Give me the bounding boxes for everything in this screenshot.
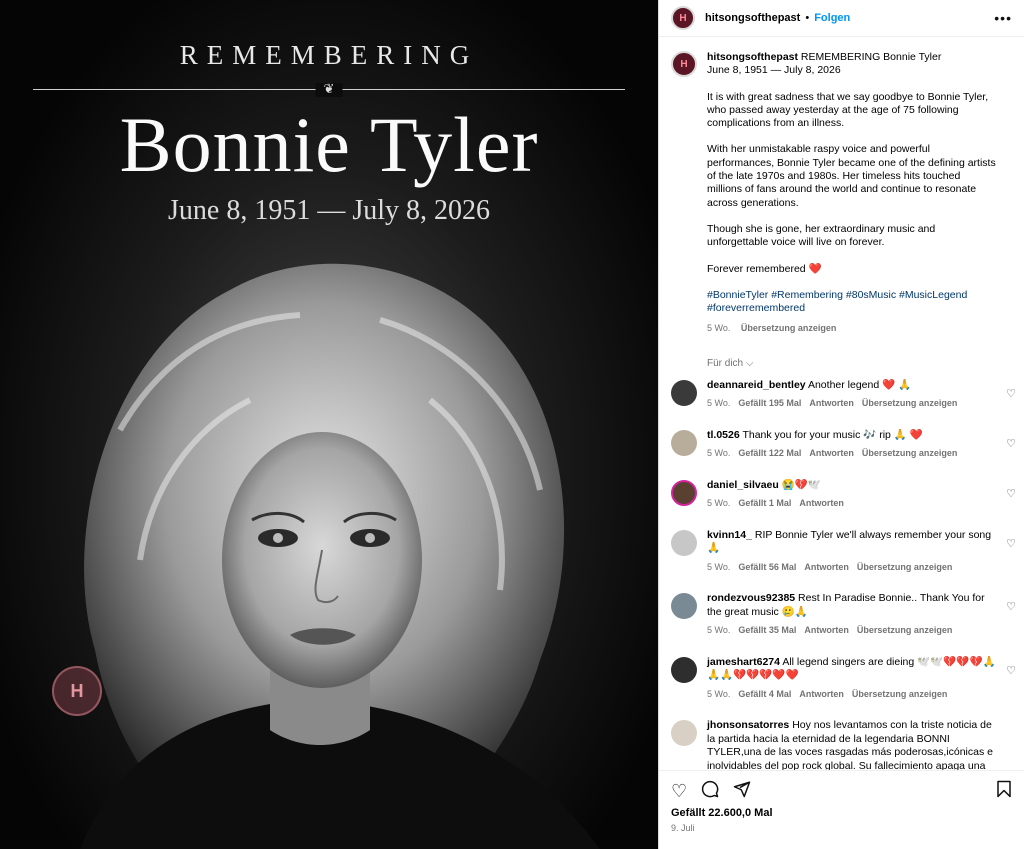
follow-button[interactable]: Folgen [814,12,850,24]
comment-likes[interactable]: Gefällt 35 Mal [738,625,796,635]
poster-remembering: REMEMBERING [179,40,479,70]
reply-button[interactable]: Antworten [809,398,854,408]
comment-item: tl.0526 Thank you for your music 🎶 rip 🙏… [659,429,1024,461]
watermark-logo: H [52,666,102,716]
commenter-username[interactable]: daniel_silvaeu [707,479,779,491]
reply-button[interactable]: Antworten [809,448,854,458]
comments-scroll[interactable]: H hitsongsofthepast REMEMBERING Bonnie T… [659,37,1024,770]
caption-line1: REMEMBERING Bonnie Tyler [800,51,942,63]
comment-icon[interactable] [701,780,719,803]
comment-item: daniel_silvaeu 😭💔🕊️ 5 Wo. Gefällt 1 Mal Ant… [659,479,1024,511]
poster-dates: June 8, 1951 — July 8, 2026 [168,195,490,226]
comment-item: rondezvous92385 Rest In Paradise Bonnie.… [659,592,1024,638]
comment-time: 5 Wo. [707,561,731,572]
comment-like-icon[interactable]: ♡ [1006,664,1016,677]
post-image[interactable]: REMEMBERING ❦ Bonnie Tyler June 8, 1951 … [0,0,658,849]
caption-p3: Though she is gone, her extraordinary mu… [707,222,936,249]
share-icon[interactable] [733,780,751,803]
caption-line2: June 8, 1951 — July 8, 2026 [707,64,841,77]
author-avatar[interactable]: H [671,6,695,30]
comment-item: kvinn14_ RIP Bonnie Tyler we'll always r… [659,529,1024,575]
comment-like-icon[interactable]: ♡ [1006,600,1016,613]
commenter-avatar[interactable] [671,379,697,406]
comment-time: 5 Wo. [707,625,731,636]
caption-translate-link[interactable]: Übersetzung anzeigen [741,323,837,333]
poster-heading: REMEMBERING ❦ Bonnie Tyler June 8, 1951 … [0,40,658,227]
comment-time: 5 Wo. [707,398,731,409]
ornament-icon: ❦ [315,83,343,97]
more-icon[interactable]: ••• [994,10,1012,26]
for-you-filter[interactable]: Für dich ⌵ [707,358,1024,369]
commenter-avatar[interactable] [671,529,697,556]
comment-time: 5 Wo. [707,498,731,509]
commenter-avatar[interactable] [671,429,697,456]
poster-divider: ❦ [33,83,625,97]
commenter-username[interactable]: jameshart6274 [707,656,780,668]
comment-like-icon[interactable]: ♡ [1006,437,1016,450]
comment-likes[interactable]: Gefällt 122 Mal [738,448,801,458]
comment-list: deannareid_bentley Another legend ❤️ 🙏 5 … [659,379,1024,770]
poster-name: Bonnie Tyler [119,101,539,188]
post-header: H hitsongsofthepast • Folgen ••• [659,0,1024,37]
comment-text: Thank you for your music 🎶 rip 🙏 ❤️ [742,428,923,441]
comment-item: jhonsonsatorres Hoy nos levantamos con l… [659,719,1024,770]
portrait-illustration [80,263,600,849]
commenter-avatar[interactable] [671,593,697,620]
comment-time: 5 Wo. [707,688,731,699]
commenter-username[interactable]: deannareid_bentley [707,379,806,391]
separator-dot: • [805,12,810,24]
translate-link[interactable]: Übersetzung anzeigen [862,398,958,408]
heart-icon[interactable]: ♡ [671,781,687,802]
commenter-avatar[interactable] [671,479,697,506]
caption-p1: It is with great sadness that we say goo… [707,90,989,130]
comment-likes[interactable]: Gefällt 1 Mal [738,498,791,508]
comment-time: 5 Wo. [707,448,731,459]
caption-avatar[interactable]: H [671,51,697,77]
commenter-username[interactable]: kvinn14_ [707,529,752,541]
comment-like-icon[interactable]: ♡ [1006,487,1016,500]
comment-like-icon[interactable]: ♡ [1006,537,1016,550]
comment-item: deannareid_bentley Another legend ❤️ 🙏 5 … [659,379,1024,411]
reply-button[interactable]: Antworten [804,562,849,572]
commenter-username[interactable]: jhonsonsatorres [707,719,789,731]
commenter-username[interactable]: rondezvous92385 [707,592,795,604]
action-bar: ♡ [659,771,1024,805]
reply-button[interactable]: Antworten [799,689,844,699]
caption-username[interactable]: hitsongsofthepast [707,51,798,63]
like-count[interactable]: Gefällt 22.600,0 Mal [659,805,1024,819]
comment-like-icon[interactable]: ♡ [1006,387,1016,400]
commenter-username[interactable]: tl.0526 [707,429,740,441]
chevron-down-icon: ⌵ [745,357,754,369]
comment-likes[interactable]: Gefällt 4 Mal [738,689,791,699]
comment-item: jameshart6274 All legend singers are die… [659,656,1024,702]
author-username[interactable]: hitsongsofthepast [705,12,800,24]
caption-p4: Forever remembered ❤️ [707,262,822,275]
comment-likes[interactable]: Gefällt 56 Mal [738,562,796,572]
reply-button[interactable]: Antworten [799,498,844,508]
translate-link[interactable]: Übersetzung anzeigen [862,448,958,458]
translate-link[interactable]: Übersetzung anzeigen [857,562,953,572]
caption-hashtags[interactable]: #BonnieTyler #Remembering #80sMusic #Mus… [707,289,997,316]
reply-button[interactable]: Antworten [804,625,849,635]
translate-link[interactable]: Übersetzung anzeigen [857,625,953,635]
post-footer: ♡ Gefällt 22.600,0 Mal 9. Juli [659,770,1024,849]
comment-text: Another legend ❤️ 🙏 [807,378,912,391]
commenter-avatar[interactable] [671,656,697,683]
commenter-avatar[interactable] [671,720,697,747]
post-caption: H hitsongsofthepast REMEMBERING Bonnie T… [659,37,1024,336]
translate-link[interactable]: Übersetzung anzeigen [852,689,948,699]
caption-time: 5 Wo. [707,323,731,334]
post-date: 9. Juli [671,823,695,833]
comment-likes[interactable]: Gefällt 195 Mal [738,398,801,408]
comment-text: 😭💔🕊️ [781,478,821,491]
caption-p2: With her unmistakable raspy voice and po… [707,143,996,209]
post-sidebar: H hitsongsofthepast • Folgen ••• H hitso… [658,0,1024,849]
bookmark-icon[interactable] [996,780,1012,803]
